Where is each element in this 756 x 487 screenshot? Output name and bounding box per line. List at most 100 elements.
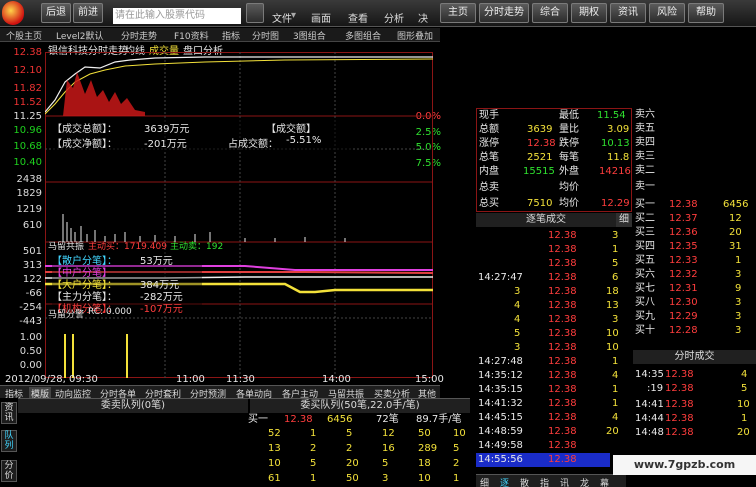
tick-price: 12.38 [548,300,577,311]
menu-file[interactable]: 文件 [272,10,292,25]
tab-indicators[interactable]: 指标 [222,29,240,42]
stat-label: 量比 [559,124,579,135]
minute-volume: 5 [741,383,748,394]
buy-level: 买三 [635,227,655,238]
tab-scatter[interactable]: 散 [520,476,529,487]
toolbar-button-6[interactable]: 风险 [649,3,685,23]
tab-multi-chart[interactable]: 多图组合 [345,29,381,42]
buy-volume: 12 [729,213,742,224]
menu-look[interactable]: 查看 [348,10,368,25]
tick-volume: 10 [606,342,619,353]
main-sell-value: 主动卖：192 [170,242,224,252]
toolbar-button-4[interactable]: 期权 [571,3,607,23]
tick-time: 14:27:47 [478,272,523,283]
tick-price: 12.38 [548,258,577,269]
tick-price: 12.38 [548,244,577,255]
tab-level2[interactable]: Level2默认 [56,29,103,42]
queue-cell: 50 [346,473,359,484]
trading-app: 后退 前进 请在此输入股票代码 文件 ▾ 画面 查看 分析 决 主页 分时走势 … [0,0,756,487]
sell-level: 卖六 [635,109,655,120]
time-tick: 15:00 [415,374,444,385]
tab-intraday[interactable]: 分时走势 [121,29,157,42]
tab-3-chart[interactable]: 3图组合 [293,29,326,42]
stat-value: 12.38 [527,138,556,149]
tab-detail[interactable]: 细 [480,476,489,487]
buy-volume: 3 [735,311,742,322]
menu-analysis[interactable]: 分析 [384,10,404,25]
menu-more[interactable]: 决 [418,10,428,25]
side-tab-news[interactable]: 资讯 [1,402,17,424]
tick-time: 14:45:15 [478,412,523,423]
tick-panel-tab[interactable]: 细 [616,213,632,227]
tick-time: 14:35:12 [478,370,523,381]
stat-label: 总笔 [479,152,499,163]
queue-cell: 1 [310,428,317,439]
tick-volume: 1 [612,244,619,255]
toolbar-button-2[interactable]: 分时走势 [479,3,529,23]
tick-price: 12.38 [548,426,577,437]
tab-time-chart[interactable]: 分时图 [252,29,279,42]
tab-stock-home[interactable]: 个股主页 [6,29,42,42]
side-tab-price[interactable]: 分价 [1,460,17,482]
bottom-right-tabs: 细 逐 散 指 讯 龙 幕 [476,474,626,487]
minute-price: 12.38 [665,413,694,424]
tick-volume: 6 [612,272,619,283]
tick-count: 4 [514,314,521,325]
tick-price: 12.38 [548,272,577,283]
price-label: 11.25 [13,111,42,122]
minute-time: 14:48 [635,427,664,438]
side-tab-queue[interactable]: 队列 [1,430,17,452]
tick-price: 12.38 [548,370,577,381]
stat-label: 最低 [559,110,579,121]
stock-search-input[interactable]: 请在此输入股票代码 [113,8,241,24]
stat-value: 7510 [527,198,553,209]
tab-overlay[interactable]: 图形叠加 [397,29,433,42]
queue-cell: 5 [310,458,317,469]
stat-value: 11.54 [597,110,626,121]
tab-dragon[interactable]: 龙 [580,476,589,487]
forward-button[interactable]: 前进 [73,3,103,23]
toolbar-button-1[interactable]: 主页 [440,3,476,23]
turnover-total-value: 3639万元 [144,124,190,135]
price-label: 10.68 [13,141,42,152]
stat-label: 每笔 [559,152,579,163]
back-button[interactable]: 后退 [41,3,71,23]
buy-price: 12.32 [669,269,698,280]
sell-level: 卖五 [635,123,655,134]
tab-f10[interactable]: F10资料 [174,29,209,42]
toolbar-button-3[interactable]: 综合 [532,3,568,23]
tab-index[interactable]: 指 [540,476,549,487]
queue-cell: 10 [418,473,431,484]
tab-news[interactable]: 讯 [560,476,569,487]
queue-cell: 5 [382,458,389,469]
stat-value: 14216 [599,166,631,177]
minute-volume: 10 [737,399,750,410]
queue-cell: 13 [268,443,281,454]
tick-volume: 5 [612,258,619,269]
menu-view[interactable]: 画面 [311,10,331,25]
price-label: 10.96 [13,125,42,136]
queue-cell: 61 [268,473,281,484]
buy-price: 12.29 [669,311,698,322]
tab-screen[interactable]: 幕 [600,476,609,487]
volume-label: 1829 [16,188,42,199]
flow-label: 501 [22,246,42,257]
queue-cell: 289 [418,443,438,454]
minute-trades-panel: 分时成交 14:35 12.38 4 :19 12.38 5 14:41 12.38 10 … [633,350,756,445]
buy-level: 买六 [635,269,655,280]
toolbar-button-a[interactable] [246,3,264,23]
volume-label: 2438 [16,174,42,185]
toolbar-button-5[interactable]: 资讯 [610,3,646,23]
tick-price: 12.38 [548,328,577,339]
buy-level: 买九 [635,311,655,322]
toolbar-button-7[interactable]: 帮助 [688,3,724,23]
buy-volume: 20 [729,227,742,238]
tick-time: 14:35:15 [478,384,523,395]
queue-buy1-volume: 6456 [327,414,353,425]
tab-tick[interactable]: 逐 [500,476,509,487]
watermark: www.7gpzb.com [613,455,756,475]
tick-count: 4 [514,300,521,311]
volume-label: 610 [22,220,42,231]
price-label: 10.40 [13,157,42,168]
minute-time: :19 [647,383,664,394]
